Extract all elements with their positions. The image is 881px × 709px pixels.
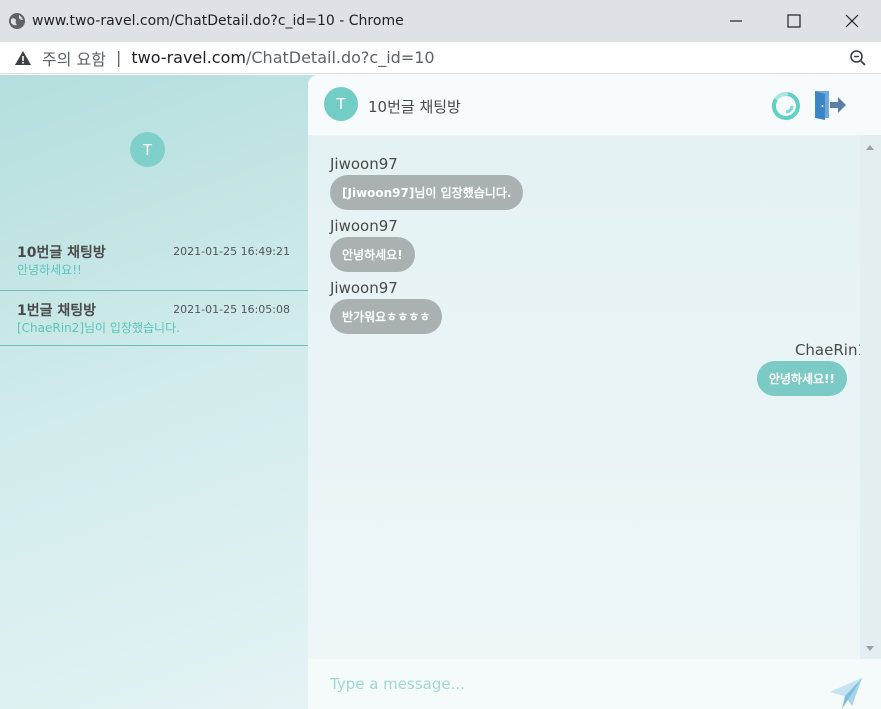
maximize-icon: [787, 14, 801, 28]
room-time: 2021-01-25 16:49:21: [173, 245, 290, 258]
message-list: Jiwoon97 [Jiwoon97]님이 입장했습니다. Jiwoon97 안…: [308, 135, 867, 659]
address-separator: |: [115, 48, 122, 67]
close-button[interactable]: [823, 0, 881, 42]
url-path: /ChatDetail.do?c_id=10: [245, 48, 435, 67]
message-item: Jiwoon97 [Jiwoon97]님이 입장했습니다.: [330, 155, 524, 210]
exit-icon[interactable]: [813, 89, 847, 121]
message-input[interactable]: [330, 669, 800, 699]
warning-icon[interactable]: [14, 49, 32, 67]
zoom-icon[interactable]: [849, 49, 867, 67]
message-item: ChaeRin1 안녕하세요!!: [756, 341, 867, 396]
user-avatar: T: [130, 132, 165, 167]
message-sender: Jiwoon97: [330, 279, 398, 297]
url-text[interactable]: two-ravel.com/ChatDetail.do?c_id=10: [131, 48, 434, 67]
room-last-message: [ChaeRin2]님이 입장했습니다.: [17, 321, 180, 335]
message-bubble: 안녕하세요!!: [756, 361, 847, 396]
room-name: 10번글 채팅방: [17, 245, 106, 261]
window-controls: [707, 0, 881, 42]
message-sender: Jiwoon97: [330, 155, 398, 173]
chat-avatar: T: [324, 87, 358, 121]
message-sender: Jiwoon97: [330, 217, 398, 235]
scroll-down-arrow-icon[interactable]: [866, 646, 874, 651]
minimize-icon: [730, 20, 742, 22]
message-bubble: [Jiwoon97]님이 입장했습니다.: [330, 175, 524, 210]
chat-room-item[interactable]: 1번글 채팅방 2021-01-25 16:05:08 [ChaeRin2]님이…: [0, 290, 310, 346]
message-item: Jiwoon97 반가워요ㅎㅎㅎㅎ: [330, 279, 443, 334]
close-icon: [845, 14, 859, 28]
url-host: two-ravel.com: [131, 48, 246, 67]
send-icon[interactable]: [828, 676, 864, 709]
message-item: Jiwoon97 안녕하세요!: [330, 217, 415, 272]
security-warning-label[interactable]: 주의 요함: [42, 46, 106, 70]
refresh-icon[interactable]: [771, 91, 801, 121]
chat-panel: T 10번글 채팅방 Jiwoon97 [Jiwoon97]님이 입장했습니다.…: [308, 75, 881, 709]
maximize-button[interactable]: [765, 0, 823, 42]
title-bar: www.two-ravel.com/ChatDetail.do?c_id=10 …: [0, 0, 881, 42]
message-sender: ChaeRin1: [794, 341, 867, 359]
room-last-message: 안녕하세요!!: [17, 263, 82, 277]
chat-room-item[interactable]: 10번글 채팅방 2021-01-25 16:49:21 안녕하세요!!: [0, 233, 310, 289]
message-bubble: 안녕하세요!: [330, 237, 415, 272]
chat-header: T 10번글 채팅방: [308, 75, 881, 135]
address-bar[interactable]: 주의 요함 | two-ravel.com/ChatDetail.do?c_id…: [0, 42, 881, 74]
scroll-up-arrow-icon[interactable]: [866, 145, 874, 150]
window-title: www.two-ravel.com/ChatDetail.do?c_id=10 …: [32, 13, 404, 29]
chat-title: 10번글 채팅방: [368, 98, 461, 116]
minimize-button[interactable]: [707, 0, 765, 42]
chat-room-list: T 10번글 채팅방 2021-01-25 16:49:21 안녕하세요!! 1…: [0, 75, 310, 709]
room-name: 1번글 채팅방: [17, 303, 97, 319]
message-scrollbar[interactable]: [860, 135, 881, 659]
message-composer: [308, 659, 881, 709]
room-time: 2021-01-25 16:05:08: [173, 303, 290, 316]
message-bubble: 반가워요ㅎㅎㅎㅎ: [330, 299, 443, 334]
page-content: T 10번글 채팅방 2021-01-25 16:49:21 안녕하세요!! 1…: [0, 75, 881, 709]
globe-icon: [9, 13, 25, 29]
